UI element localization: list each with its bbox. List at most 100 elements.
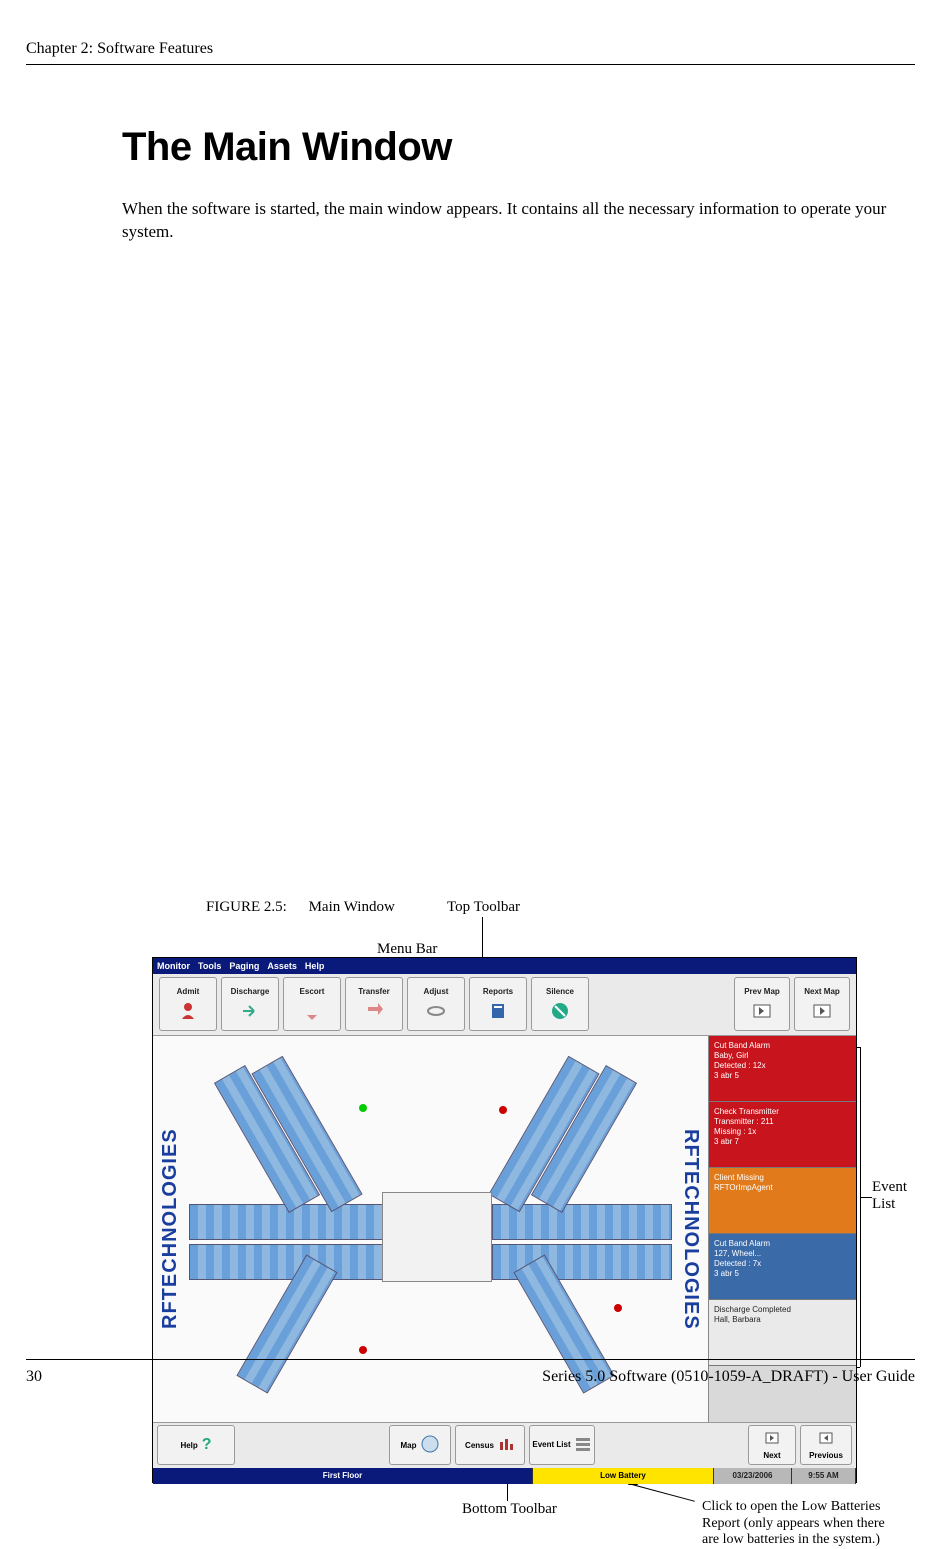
event-line: RFTOrImpAgent: [714, 1183, 851, 1193]
map-button[interactable]: Map: [389, 1425, 451, 1465]
event-item[interactable]: Cut Band Alarm 127, Wheel... Detected : …: [709, 1234, 856, 1300]
figure-caption: FIGURE 2.5: Main Window: [206, 899, 905, 916]
transfer-icon: [363, 1000, 385, 1022]
callout-menu-bar: Menu Bar: [377, 941, 437, 958]
callout-bottom-toolbar: Bottom Toolbar: [462, 1501, 557, 1518]
callout-low-battery: Click to open the Low Batteries Report (…: [702, 1499, 902, 1549]
reports-icon: [487, 1000, 509, 1022]
escort-icon: [301, 1000, 323, 1022]
page-number: 30: [26, 1368, 42, 1386]
callout-event-list: Event List: [872, 1179, 907, 1213]
event-line: Discharge Completed: [714, 1305, 851, 1315]
menu-item[interactable]: Assets: [267, 961, 297, 971]
chapter-header: Chapter 2: Software Features: [26, 40, 915, 58]
brand-watermark-left: RFTECHNOLOGIES: [159, 1046, 185, 1412]
event-list-button[interactable]: Event List: [529, 1425, 595, 1465]
transfer-button[interactable]: Transfer: [345, 977, 403, 1031]
button-label: Transfer: [358, 987, 390, 996]
status-date: 03/23/2006: [714, 1468, 792, 1484]
callout-line: [632, 1484, 695, 1502]
button-label: Adjust: [424, 987, 449, 996]
reports-button[interactable]: Reports: [469, 977, 527, 1031]
menu-item[interactable]: Tools: [198, 961, 221, 971]
callout-line: [507, 1483, 508, 1501]
button-label: Previous: [809, 1451, 843, 1460]
event-item[interactable]: Cut Band Alarm Baby, Girl Detected : 12x…: [709, 1036, 856, 1102]
admit-button[interactable]: Admit: [159, 977, 217, 1031]
silence-button[interactable]: Silence: [531, 977, 589, 1031]
event-line: Baby, Girl: [714, 1051, 851, 1061]
button-label: Discharge: [231, 987, 270, 996]
previous-button[interactable]: Previous: [800, 1425, 852, 1465]
help-icon: ?: [202, 1436, 212, 1454]
escort-button[interactable]: Escort: [283, 977, 341, 1031]
button-label: Help: [180, 1441, 197, 1450]
button-label: Prev Map: [744, 987, 780, 996]
button-label: Census: [465, 1441, 494, 1450]
help-button[interactable]: Help ?: [157, 1425, 235, 1465]
callout-top-toolbar: Top Toolbar: [447, 899, 520, 916]
next-button[interactable]: Next: [748, 1425, 796, 1465]
prev-map-button[interactable]: Prev Map: [734, 977, 790, 1031]
figure-number: FIGURE 2.5:: [206, 899, 287, 915]
page-title: The Main Window: [122, 125, 905, 170]
event-line: Detected : 7x: [714, 1259, 851, 1269]
event-line: Hall, Barbara: [714, 1315, 851, 1325]
callout-event-list-text: Event List: [872, 1179, 907, 1212]
top-toolbar: Admit Discharge Escort Transfer: [153, 974, 856, 1036]
button-label: Admit: [177, 987, 200, 996]
event-item[interactable]: Client Missing RFTOrImpAgent: [709, 1168, 856, 1234]
figure-container: Top Toolbar Menu Bar Event List Bottom T…: [132, 899, 905, 916]
button-label: Event List: [532, 1441, 570, 1449]
button-label: Silence: [546, 987, 574, 996]
event-item[interactable]: Discharge Completed Hall, Barbara: [709, 1300, 856, 1366]
census-button[interactable]: Census: [455, 1425, 525, 1465]
admit-icon: [177, 1000, 199, 1022]
discharge-button[interactable]: Discharge: [221, 977, 279, 1031]
event-line: Detected : 12x: [714, 1061, 851, 1071]
menu-item[interactable]: Help: [305, 961, 325, 971]
adjust-icon: [425, 1000, 447, 1022]
event-list-icon: [575, 1436, 591, 1454]
next-icon: [764, 1431, 780, 1447]
menu-bar[interactable]: Monitor Tools Paging Assets Help: [153, 958, 856, 974]
adjust-button[interactable]: Adjust: [407, 977, 465, 1031]
census-icon: [498, 1436, 514, 1454]
status-low-battery[interactable]: Low Battery: [533, 1468, 714, 1484]
bottom-toolbar: Help ? Map Census Event List: [153, 1422, 856, 1468]
doc-title: Series 5.0 Software (0510-1059-A_DRAFT) …: [542, 1368, 915, 1386]
button-label: Escort: [300, 987, 325, 996]
status-floor: First Floor: [153, 1468, 533, 1484]
event-line: Client Missing: [714, 1173, 851, 1183]
page-footer: 30 Series 5.0 Software (0510-1059-A_DRAF…: [26, 1359, 915, 1386]
bracket-line: [860, 1047, 861, 1367]
discharge-icon: [239, 1000, 261, 1022]
header-rule: [26, 64, 915, 65]
main-window-screenshot: Monitor Tools Paging Assets Help Admit D…: [152, 957, 857, 1483]
status-bar: First Floor Low Battery 03/23/2006 9:55 …: [153, 1468, 856, 1484]
event-line: 3 abr 5: [714, 1071, 851, 1081]
figure-title: Main Window: [309, 899, 395, 915]
button-label: Reports: [483, 987, 513, 996]
next-map-button[interactable]: Next Map: [794, 977, 850, 1031]
intro-paragraph: When the software is started, the main w…: [122, 198, 905, 244]
event-line: Cut Band Alarm: [714, 1041, 851, 1051]
event-line: Cut Band Alarm: [714, 1239, 851, 1249]
event-line: 127, Wheel...: [714, 1249, 851, 1259]
button-label: Next: [763, 1451, 780, 1460]
brand-watermark-right: RFTECHNOLOGIES: [676, 1046, 702, 1412]
map-icon: [421, 1435, 439, 1455]
event-line: 3 abr 5: [714, 1269, 851, 1279]
event-line: Check Transmitter: [714, 1107, 851, 1117]
event-item[interactable]: Check Transmitter Transmitter : 211 Miss…: [709, 1102, 856, 1168]
event-line: Transmitter : 211: [714, 1117, 851, 1127]
footer-rule: [26, 1359, 915, 1360]
event-line: Missing : 1x: [714, 1127, 851, 1137]
status-time: 9:55 AM: [792, 1468, 856, 1484]
menu-item[interactable]: Monitor: [157, 961, 190, 971]
next-map-icon: [811, 1000, 833, 1022]
prev-map-icon: [751, 1000, 773, 1022]
menu-item[interactable]: Paging: [229, 961, 259, 971]
previous-icon: [818, 1431, 834, 1447]
silence-icon: [549, 1000, 571, 1022]
